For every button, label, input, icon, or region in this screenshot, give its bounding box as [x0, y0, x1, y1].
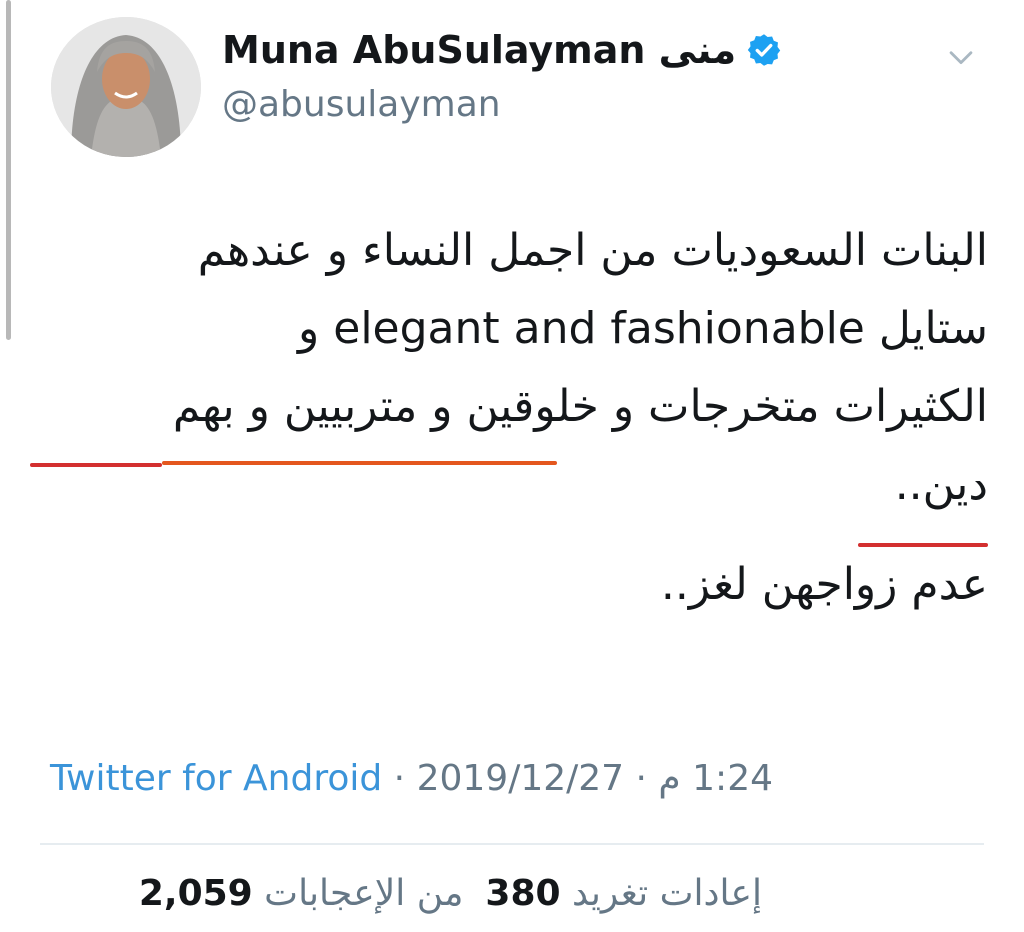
tweet-line: الكثيرات متخرجات و خلوقين و متربيين و به… — [172, 381, 988, 432]
highlight-underline — [162, 461, 557, 465]
likes-label: من الإعجابات — [264, 873, 464, 914]
retweets-label: إعادات تغريد — [572, 873, 762, 914]
tweet-line: البنات السعوديات من اجمل النساء و عندهم — [197, 225, 988, 276]
verified-badge-icon — [747, 34, 781, 66]
scrollbar[interactable] — [6, 0, 11, 340]
display-name[interactable]: Muna AbuSulayman منى — [222, 28, 736, 72]
tweet-stats: إعادات تغريد 380 من الإعجابات 2,059 — [139, 873, 762, 914]
highlight-underline — [858, 543, 988, 547]
tweet-line: دين.. — [894, 459, 988, 510]
meta-separator: · — [382, 758, 417, 799]
likes-stat[interactable]: من الإعجابات 2,059 — [139, 873, 464, 914]
tweet-line: عدم زواجهن لغز.. — [660, 559, 988, 610]
tweet-source-link[interactable]: Twitter for Android — [50, 758, 382, 799]
chevron-down-icon[interactable] — [944, 40, 978, 74]
highlight-underline — [30, 463, 162, 467]
retweets-stat[interactable]: إعادات تغريد 380 — [485, 873, 762, 914]
tweet-time: 1:24 م — [658, 758, 773, 799]
avatar-image — [51, 17, 201, 157]
user-handle[interactable]: @abusulayman — [222, 84, 501, 125]
divider — [40, 843, 984, 845]
tweet-text: البنات السعوديات من اجمل النساء و عندهم … — [20, 212, 988, 624]
meta-separator: · — [624, 758, 659, 799]
retweets-count: 380 — [485, 873, 561, 914]
likes-count: 2,059 — [138, 873, 253, 914]
tweet-line: ستايل elegant and fashionable و — [298, 303, 988, 354]
display-name-row[interactable]: Muna AbuSulayman منى — [222, 28, 782, 72]
tweet-date: 2019/12/27 — [416, 758, 625, 799]
tweet-meta: Twitter for Android · 2019/12/27 · 1:24 … — [50, 758, 773, 799]
avatar[interactable] — [51, 17, 201, 157]
